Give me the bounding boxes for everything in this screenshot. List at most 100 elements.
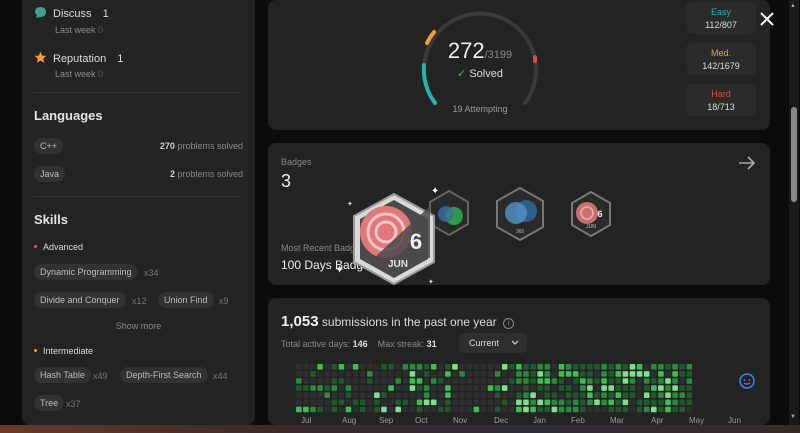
heatmap-cell: [430, 406, 437, 413]
heatmap-cell: [629, 399, 636, 406]
heatmap-cell: [459, 392, 465, 398]
heatmap-cell: [516, 378, 522, 384]
languages-heading: Languages: [34, 108, 103, 123]
heatmap-cell: [338, 371, 345, 377]
heatmap-cell: [608, 406, 614, 413]
heatmap-cell: [636, 371, 643, 377]
skill-chip-dynamic-programming[interactable]: Dynamic Programming: [34, 264, 138, 280]
heatmap-cell: [487, 385, 494, 391]
heatmap-cell: [359, 399, 366, 406]
skill-chip-divide-and-conquer[interactable]: Divide and Conquer: [34, 292, 126, 308]
heatmap-cell: [310, 371, 316, 377]
heatmap-cell: [494, 406, 501, 413]
heatmap-cell: [345, 392, 352, 398]
difficulty-medium[interactable]: Med. 142/1679: [686, 43, 756, 75]
heatmap-cell: [572, 364, 579, 370]
discuss-value: 1: [102, 8, 109, 20]
heatmap-cell: [558, 371, 565, 377]
heatmap-cell: [303, 385, 309, 391]
heatmap-cell: [296, 392, 302, 398]
taskbar: [0, 425, 800, 433]
heatmap-cell: [679, 399, 685, 406]
difficulty-hard[interactable]: Hard 18/713: [686, 84, 756, 116]
heatmap-cell: [494, 371, 501, 377]
heatmap-cell: [352, 392, 359, 398]
show-more-link[interactable]: Show more: [22, 321, 255, 331]
close-icon[interactable]: [758, 10, 776, 28]
heatmap-cell: [367, 392, 373, 398]
heatmap-cell: [395, 371, 401, 377]
skill-chip-hash-table[interactable]: Hash Table: [34, 367, 91, 383]
language-chip-cpp[interactable]: C++: [34, 138, 64, 154]
heatmap-cell: [643, 406, 650, 413]
heatmap-cell: [594, 385, 600, 391]
heatmap-cell: [594, 399, 600, 406]
heatmap-cell: [416, 385, 423, 391]
modal-overlay: Discuss 1 Last week 0 Reputation 1 Last …: [0, 0, 800, 433]
heatmap-cell: [537, 392, 543, 398]
heatmap-cell: [551, 371, 558, 377]
discuss-last-week-label: Last week: [55, 25, 96, 35]
heatmap-cell: [565, 399, 572, 406]
heatmap-cell: [501, 399, 508, 406]
heatmap-cell: [580, 406, 586, 413]
heatmap-cell: [303, 371, 309, 377]
heatmap-cell: [331, 364, 338, 370]
heatmap-cell: [565, 392, 572, 398]
difficulty-hard-label: Hard: [711, 89, 731, 99]
heatmap-cell: [381, 392, 387, 398]
difficulty-easy[interactable]: Easy 112/807: [686, 2, 756, 34]
heatmap-cell: [296, 371, 302, 377]
info-icon[interactable]: i: [503, 318, 514, 329]
heatmap-cell: [445, 378, 451, 384]
heatmap-cell: [587, 406, 593, 413]
heatmap-cell: [352, 399, 359, 406]
skill-chip-union-find[interactable]: Union Find: [158, 292, 214, 308]
heatmap-cell: [672, 364, 678, 370]
heatmap-cell: [480, 392, 487, 398]
heatmap-cell: [438, 364, 444, 370]
heatmap-cell: [487, 392, 494, 398]
heatmap-cell: [402, 378, 409, 384]
badge-blue-icon[interactable]: 365: [495, 186, 545, 246]
heatmap-cell: [416, 371, 423, 377]
skill-chip-depth-first-search[interactable]: Depth-First Search: [120, 367, 208, 383]
heatmap-cell: [523, 399, 529, 406]
scrollbar-thumb[interactable]: [791, 107, 797, 202]
heatmap-cell: [530, 406, 536, 413]
heatmap-cell: [544, 399, 551, 406]
heatmap-cell: [523, 364, 529, 370]
heatmap-cell: [651, 406, 657, 413]
heatmap-cell: [672, 371, 678, 377]
heatmap-cell: [615, 406, 622, 413]
year-dropdown[interactable]: Current: [459, 333, 527, 353]
language-count-java-suffix: problems solved: [177, 169, 243, 179]
heatmap-cell: [438, 406, 444, 413]
heatmap-cell: [374, 385, 380, 391]
heatmap-cell: [409, 385, 416, 391]
scroll-up-icon[interactable]: ▲: [790, 3, 796, 9]
difficulty-easy-value: 112/807: [705, 20, 737, 30]
heatmap-cell: [324, 392, 330, 398]
heatmap-cell: [423, 364, 430, 370]
month-label: May: [689, 416, 705, 425]
heatmap-cell: [409, 378, 416, 384]
language-chip-java[interactable]: Java: [34, 166, 66, 182]
scrollbar-track[interactable]: [789, 0, 799, 425]
skill-chip-tree[interactable]: Tree: [34, 395, 65, 411]
heatmap-cell: [544, 371, 551, 377]
feedback-icon[interactable]: [738, 372, 756, 390]
arrow-right-icon[interactable]: [738, 155, 756, 176]
heatmap-cell: [395, 406, 401, 413]
heatmap-cell: [416, 406, 423, 413]
badge-jun-icon[interactable]: 6 JUN: [570, 190, 612, 242]
heatmap-cell: [438, 392, 444, 398]
heatmap-cell: [665, 378, 671, 384]
heatmap-cell: [551, 406, 558, 413]
heatmap-cell: [658, 406, 664, 413]
scroll-down-icon[interactable]: ▼: [790, 414, 796, 420]
heatmap-cell: [629, 392, 636, 398]
badge-jun-month: JUN: [586, 224, 596, 230]
featured-badge[interactable]: 6 JUN: [338, 186, 450, 291]
heatmap-cell: [651, 371, 657, 377]
